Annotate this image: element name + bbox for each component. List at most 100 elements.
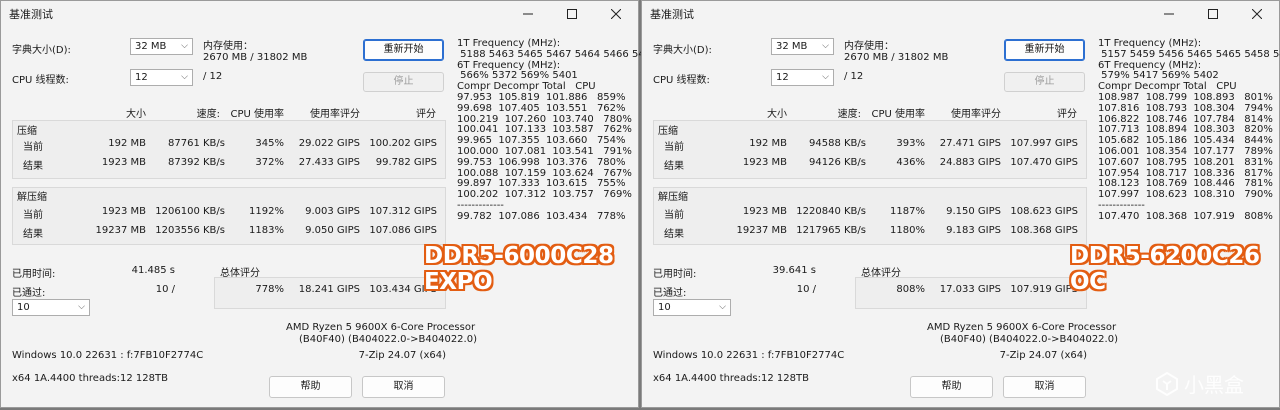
title-bar: 基准测试 bbox=[1, 1, 638, 27]
arch-info: x64 1A.4400 threads:12 128TB bbox=[12, 373, 168, 384]
column-size: 大小 bbox=[767, 109, 787, 120]
dict-size-label: 字典大小(D): bbox=[12, 45, 71, 56]
compress-current-rating: 107.997 GIPS bbox=[1010, 138, 1078, 149]
column-cpu-usage: CPU 使用率 bbox=[871, 109, 925, 120]
result-label: 结果 bbox=[664, 229, 684, 240]
title-bar: 基准测试 bbox=[642, 1, 1279, 27]
decompress-current-cpu: 1192% bbox=[249, 206, 284, 217]
cpu-threads-value: 12 bbox=[135, 72, 148, 83]
close-icon[interactable] bbox=[594, 1, 638, 27]
help-button[interactable]: 帮助 bbox=[910, 376, 993, 398]
benchmark-window-left: 基准测试 字典大小(D): 32 MB ⌵ 内存使用： 2670 MB / 318… bbox=[0, 0, 657, 408]
column-speed: 速度: bbox=[196, 109, 220, 120]
help-button[interactable]: 帮助 bbox=[269, 376, 352, 398]
cancel-button[interactable]: 取消 bbox=[1003, 376, 1086, 398]
decompress-current-speed: 1220840 KB/s bbox=[796, 206, 866, 217]
column-size: 大小 bbox=[126, 109, 146, 120]
passed-label: 已通过: bbox=[653, 288, 687, 299]
total-rating-label: 总体评分 bbox=[220, 268, 260, 279]
passes-select[interactable]: 10 ⌵ bbox=[653, 299, 731, 316]
memory-label: 内存使用： bbox=[203, 41, 253, 52]
cpu-threads-label: CPU 线程数: bbox=[653, 75, 710, 86]
decompress-current-cpu: 1187% bbox=[890, 206, 925, 217]
passes-select[interactable]: 10 ⌵ bbox=[12, 299, 90, 316]
frequency-log: 1T Frequency (MHz): 5188 5463 5465 5467 … bbox=[457, 38, 657, 222]
cpu-threads-total: / 12 bbox=[844, 71, 864, 82]
compress-group bbox=[12, 120, 446, 179]
stop-button[interactable]: 停止 bbox=[363, 72, 444, 92]
decompress-result-usage-rating: 9.050 GIPS bbox=[305, 225, 360, 236]
total-usage-rating: 17.033 GIPS bbox=[939, 284, 1001, 295]
compress-result-usage-rating: 24.883 GIPS bbox=[939, 157, 1001, 168]
compress-current-usage-rating: 27.471 GIPS bbox=[939, 138, 1001, 149]
column-rating: 评分 bbox=[416, 109, 436, 120]
cpu-threads-value: 12 bbox=[776, 72, 789, 83]
compress-group bbox=[653, 120, 1087, 179]
compress-result-speed: 94126 KB/s bbox=[809, 157, 866, 168]
dict-size-select[interactable]: 32 MB ⌵ bbox=[771, 38, 834, 55]
maximize-icon[interactable] bbox=[550, 1, 594, 27]
passes-value: 10 bbox=[658, 302, 671, 313]
decompress-result-size: 19237 MB bbox=[736, 225, 787, 236]
decompress-current-rating: 108.623 GIPS bbox=[1010, 206, 1078, 217]
minimize-icon[interactable] bbox=[1147, 1, 1191, 27]
restart-button[interactable]: 重新开始 bbox=[363, 39, 444, 61]
dict-size-value: 32 MB bbox=[776, 41, 808, 52]
cpu-threads-select[interactable]: 12 ⌵ bbox=[130, 69, 193, 86]
result-label: 结果 bbox=[664, 161, 684, 172]
memory-value: 2670 MB / 31802 MB bbox=[203, 52, 308, 63]
watermark-logo-icon bbox=[1156, 371, 1178, 396]
frequency-log: 1T Frequency (MHz): 5157 5459 5456 5465 … bbox=[1098, 38, 1280, 222]
total-rating-label: 总体评分 bbox=[861, 268, 901, 279]
decompress-current-usage-rating: 9.003 GIPS bbox=[305, 206, 360, 217]
compress-result-size: 1923 MB bbox=[101, 157, 146, 168]
cpu-threads-select[interactable]: 12 ⌵ bbox=[771, 69, 834, 86]
restart-button[interactable]: 重新开始 bbox=[1004, 39, 1085, 61]
current-label: 当前 bbox=[664, 210, 684, 221]
column-speed: 速度: bbox=[837, 109, 861, 120]
dict-size-select[interactable]: 32 MB ⌵ bbox=[130, 38, 193, 55]
memory-value: 2670 MB / 31802 MB bbox=[844, 52, 949, 63]
total-cpu: 778% bbox=[255, 284, 284, 295]
compress-result-usage-rating: 27.433 GIPS bbox=[298, 157, 360, 168]
chevron-down-icon: ⌵ bbox=[78, 302, 85, 312]
compress-result-size: 1923 MB bbox=[742, 157, 787, 168]
cancel-button[interactable]: 取消 bbox=[362, 376, 445, 398]
decompress-label: 解压缩 bbox=[17, 192, 47, 203]
total-cpu: 808% bbox=[896, 284, 925, 295]
decompress-current-rating: 107.312 GIPS bbox=[369, 206, 437, 217]
result-label: 结果 bbox=[23, 229, 43, 240]
decompress-current-size: 1923 MB bbox=[742, 206, 787, 217]
decompress-result-rating: 107.086 GIPS bbox=[369, 225, 437, 236]
cpu-name: AMD Ryzen 5 9600X 6-Core Processor bbox=[927, 322, 1117, 333]
compress-result-cpu: 372% bbox=[255, 157, 284, 168]
compress-current-cpu: 345% bbox=[255, 138, 284, 149]
column-rating: 评分 bbox=[1057, 109, 1077, 120]
maximize-icon[interactable] bbox=[1191, 1, 1235, 27]
chevron-down-icon: ⌵ bbox=[181, 72, 188, 82]
chevron-down-icon: ⌵ bbox=[822, 41, 829, 51]
decompress-result-rating: 108.368 GIPS bbox=[1010, 225, 1078, 236]
result-label: 结果 bbox=[23, 161, 43, 172]
decompress-label: 解压缩 bbox=[658, 192, 688, 203]
minimize-icon[interactable] bbox=[506, 1, 550, 27]
cpu-id: (B40F40) (B404022.0->B404022.0) bbox=[940, 334, 1118, 345]
memory-config-badge: DDR5-6000C28 EXPO bbox=[424, 243, 614, 295]
elapsed-time-value: 39.641 s bbox=[772, 265, 816, 276]
compress-result-rating: 99.782 GIPS bbox=[375, 157, 437, 168]
passed-value: 10 / bbox=[155, 284, 175, 295]
close-icon[interactable] bbox=[1235, 1, 1279, 27]
decompress-result-size: 19237 MB bbox=[95, 225, 146, 236]
elapsed-time-value: 41.485 s bbox=[131, 265, 175, 276]
compress-current-usage-rating: 29.022 GIPS bbox=[298, 138, 360, 149]
os-info: Windows 10.0 22631 : f:7FB10F2774C bbox=[653, 350, 845, 361]
column-usage-rating: 使用率评分 bbox=[310, 109, 360, 120]
compress-current-size: 192 MB bbox=[108, 138, 146, 149]
dict-size-label: 字典大小(D): bbox=[653, 45, 712, 56]
stop-button[interactable]: 停止 bbox=[1004, 72, 1085, 92]
decompress-result-speed: 1217965 KB/s bbox=[796, 225, 866, 236]
passed-value: 10 / bbox=[796, 284, 816, 295]
passed-label: 已通过: bbox=[12, 288, 46, 299]
current-label: 当前 bbox=[23, 142, 43, 153]
arch-info: x64 1A.4400 threads:12 128TB bbox=[653, 373, 809, 384]
